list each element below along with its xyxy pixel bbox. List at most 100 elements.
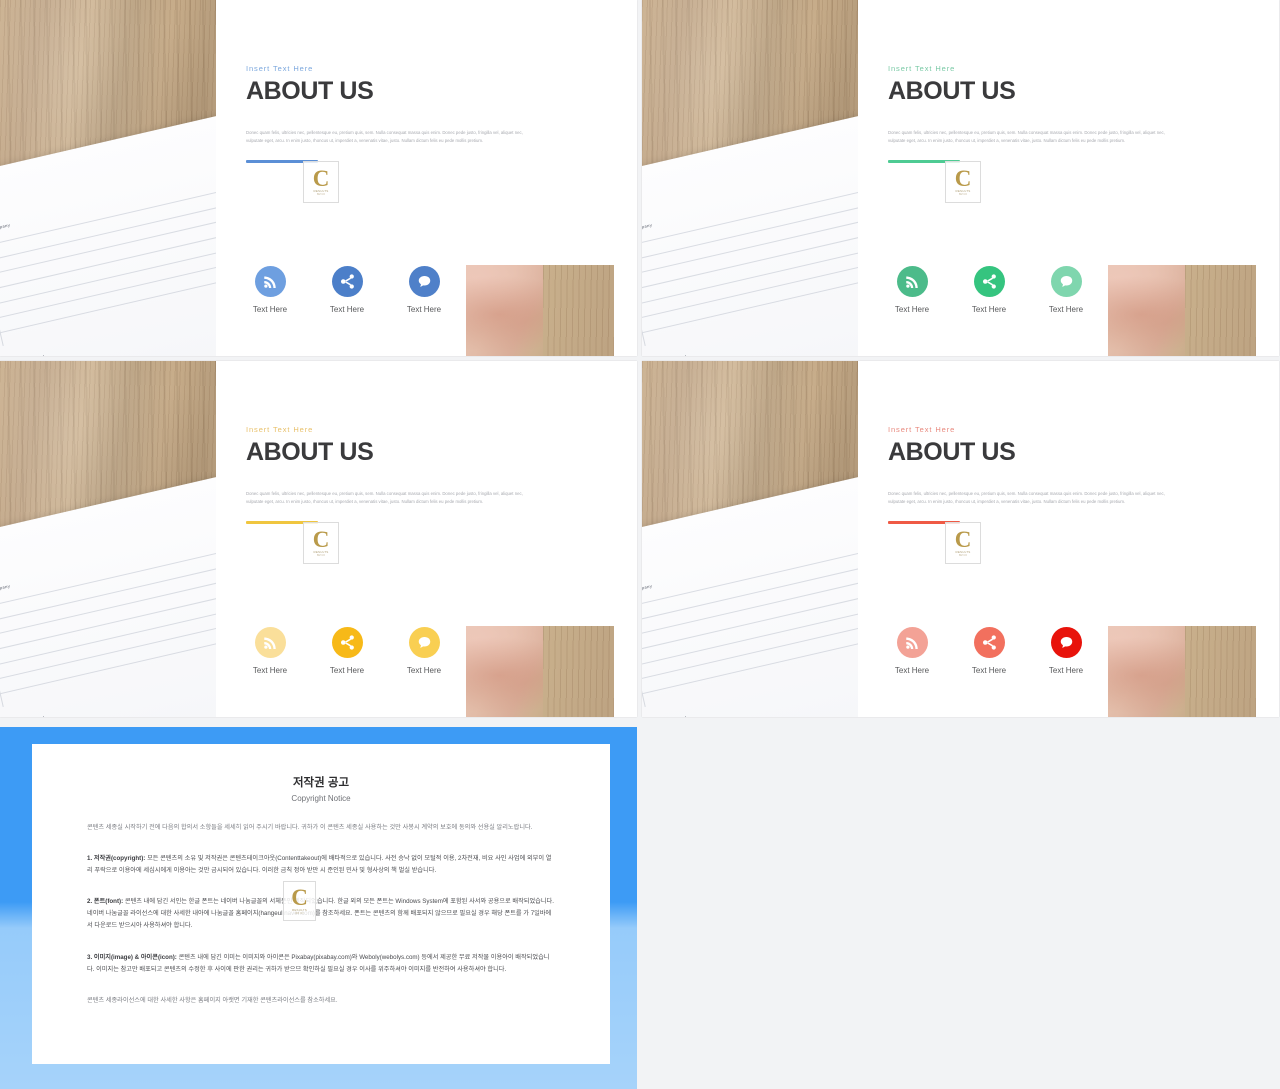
icon-label: Text Here [252, 666, 288, 675]
chart-bar [204, 293, 216, 300]
slide-yellow[interactable]: Our company Business trend Insert Text Her… [0, 361, 637, 717]
chart-bar [140, 308, 167, 315]
watermark-sub2: BIZ CO [959, 554, 967, 558]
icon-item[interactable]: Text Here [890, 266, 934, 314]
chart-bar [10, 338, 38, 345]
watermark-letter: C [954, 526, 972, 552]
chart-bar [685, 691, 712, 698]
icon-item[interactable]: Text Here [967, 627, 1011, 675]
share-icon[interactable] [973, 266, 1005, 297]
icon-row: Text Here Text Here Text Here [890, 266, 1088, 314]
copyright-section-3-heading: 3. 이미지(image) & 아이콘(icon): [87, 953, 177, 961]
chart-bar [75, 684, 102, 691]
chart-bar [717, 684, 744, 691]
slide-headline: ABOUT US [246, 438, 374, 466]
slide-secondary-photo [1108, 265, 1256, 356]
share-icon[interactable] [973, 627, 1005, 658]
chart-sheet-title-top: Our company [0, 223, 11, 234]
slide-green[interactable]: Our company Business trend Insert Text Her… [642, 0, 1279, 356]
photographed-bar-chart [642, 187, 858, 345]
photographed-bar-chart [0, 187, 216, 345]
icon-item[interactable]: Text Here [402, 627, 446, 675]
chart-bar [43, 691, 70, 698]
slide-hero-photo: Our company Business trend [0, 0, 216, 356]
slide-red[interactable]: Our company Business trend Insert Text Her… [642, 361, 1279, 717]
accent-rule-row [246, 520, 576, 525]
icon-item[interactable]: Text Here [967, 266, 1011, 314]
photographed-bar-chart [0, 548, 216, 706]
chat-icon[interactable] [1050, 266, 1082, 297]
chat-icon[interactable] [408, 627, 440, 658]
watermark-sub2: BIZ CO [317, 554, 325, 558]
chart-bar [10, 699, 38, 706]
slide-text-block: Insert Text Here ABOUT US Donec quam felis… [246, 64, 576, 164]
chart-sheet-title-bottom: Business trend [12, 354, 45, 356]
slide-headline: ABOUT US [888, 77, 1016, 105]
accent-rule-row [246, 159, 576, 164]
copyright-section-1-heading: 1. 저작권(copyright): [87, 855, 146, 863]
photographed-line-chart [728, 697, 858, 717]
slide-eyebrow: Insert Text Here [888, 425, 956, 434]
rss-icon[interactable] [896, 266, 928, 297]
icon-row: Text Here Text Here Text Here [248, 266, 446, 314]
chart-bar [846, 654, 858, 661]
icon-label: Text Here [329, 305, 365, 314]
slide-eyebrow: Insert Text Here [246, 425, 314, 434]
chart-bar [43, 330, 70, 337]
copyright-title-en: Copyright Notice [291, 794, 351, 803]
chat-icon[interactable] [408, 266, 440, 297]
watermark-stamp: C RESULTS BIZ CO [945, 161, 981, 203]
copyright-section-2-heading: 2. 폰트(font): [87, 898, 124, 906]
chart-bar [846, 293, 858, 300]
chart-sheet-title-top: Our company [642, 584, 653, 595]
rss-icon[interactable] [254, 627, 286, 658]
icon-item[interactable]: Text Here [1044, 266, 1088, 314]
chart-sheet-title-bottom: Business trend [654, 715, 687, 717]
icon-row: Text Here Text Here Text Here [890, 627, 1088, 675]
icon-item[interactable]: Text Here [1044, 627, 1088, 675]
chart-bar [782, 308, 809, 315]
share-icon[interactable] [331, 266, 363, 297]
photographed-bar-chart [642, 548, 858, 706]
copyright-section-2: 2. 폰트(font): 콘텐츠 내에 담긴 서인는 한글 폰트는 네이버 나눔… [87, 896, 555, 932]
slide-body-copy: Donec quam felis, ultricies nec, pellent… [888, 491, 1165, 504]
icon-item[interactable]: Text Here [248, 266, 292, 314]
icon-item[interactable]: Text Here [402, 266, 446, 314]
chat-icon[interactable] [1050, 627, 1082, 658]
copyright-title-ko: 저작권 공고 [292, 777, 350, 789]
slide-hero-photo: Our company Business trend [642, 361, 858, 717]
rss-icon[interactable] [896, 627, 928, 658]
icon-item[interactable]: Text Here [890, 627, 934, 675]
icon-label: Text Here [329, 666, 365, 675]
slide-hero-photo: Our company Business trend [642, 0, 858, 356]
slide-hero-photo: Our company Business trend [0, 361, 216, 717]
chart-bar [749, 676, 777, 683]
chart-sheet-title-bottom: Business trend [654, 354, 687, 356]
copyright-sheet: 저작권 공고 Copyright Notice 콘텐츠 세종실 시작하기 전에 … [32, 744, 610, 1064]
chart-bar [172, 300, 199, 307]
slide-eyebrow: Insert Text Here [246, 64, 314, 73]
copyright-intro: 콘텐츠 세종실 시작하기 전에 다음의 합의서 소항들을 세세히 읽어 주시기 … [87, 824, 533, 831]
slide-blue[interactable]: Our company Business trend Insert Text Her… [0, 0, 637, 356]
slide-eyebrow: Insert Text Here [888, 64, 956, 73]
watermark-stamp: C RESULTS BIZ CO [303, 522, 339, 564]
chart-bar [652, 699, 680, 706]
screenshot-root: Our company Business trend Insert Text Her… [0, 0, 1280, 1089]
chart-bar [652, 338, 680, 345]
icon-label: Text Here [894, 666, 930, 675]
icon-item[interactable]: Text Here [325, 266, 369, 314]
rss-icon[interactable] [254, 266, 286, 297]
watermark-stamp: C RESULTS BIZ CO [303, 161, 339, 203]
icon-item[interactable]: Text Here [248, 627, 292, 675]
share-icon[interactable] [331, 627, 363, 658]
chart-bar [107, 315, 135, 322]
copyright-section-1-text: 모든 콘텐츠의 소유 및 저작권은 콘텐츠테이크아웃(Contenttakeou… [87, 855, 552, 875]
icon-label: Text Here [406, 666, 442, 675]
photographed-line-chart [728, 336, 858, 356]
watermark-letter: C [291, 884, 308, 910]
icon-label: Text Here [252, 305, 288, 314]
slide-headline: ABOUT US [888, 438, 1016, 466]
watermark-stamp: C RESULTS BIZ CO [283, 881, 316, 921]
copyright-section-2-text: 콘텐츠 내에 담긴 서인는 한글 폰트는 네이버 나눔글꼴의 서체폰인 제작되었… [87, 898, 554, 930]
icon-item[interactable]: Text Here [325, 627, 369, 675]
